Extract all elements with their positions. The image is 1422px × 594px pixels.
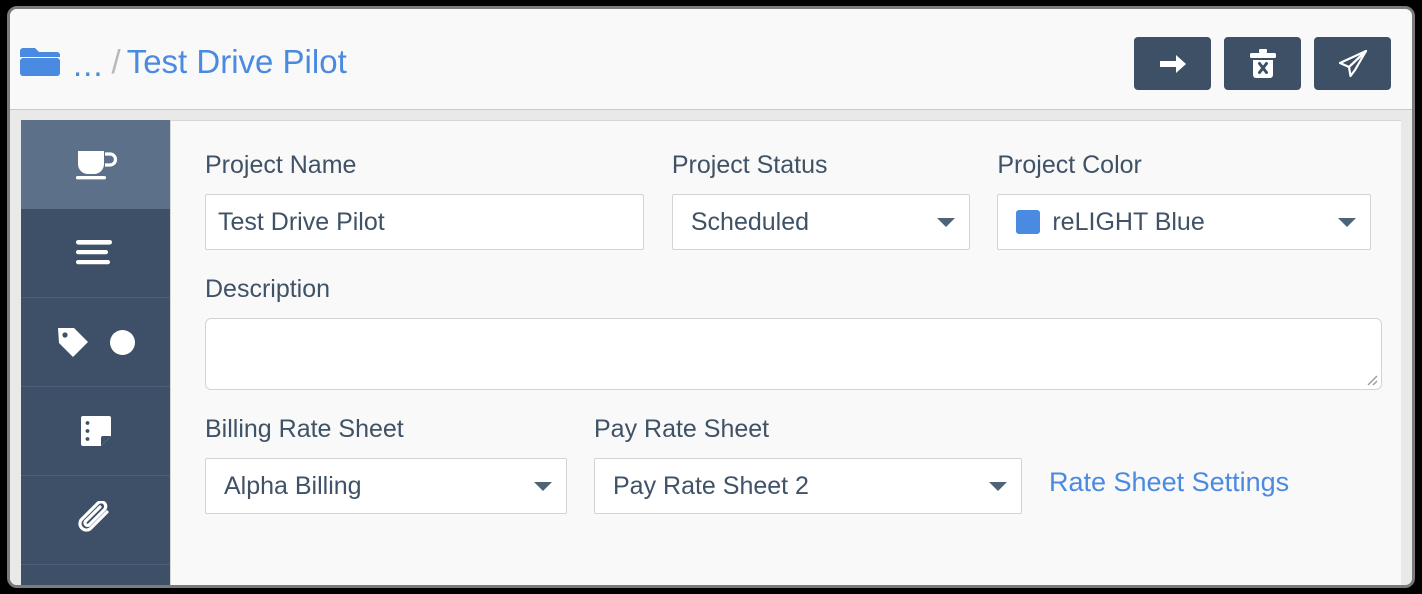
coffee-cup-icon — [74, 145, 118, 183]
project-detail-panel: Project Name Project Status Scheduled Pr… — [170, 120, 1401, 585]
move-project-button[interactable] — [1134, 37, 1211, 90]
header-actions — [1134, 37, 1391, 90]
chevron-down-icon — [989, 481, 1007, 491]
breadcrumb-ellipsis[interactable]: ... — [73, 48, 104, 81]
sidebar — [21, 120, 170, 585]
description-label: Description — [205, 275, 331, 303]
sidebar-item-overview[interactable] — [21, 120, 170, 209]
pay-rate-sheet-value: Pay Rate Sheet 2 — [613, 473, 809, 499]
breadcrumb-separator: / — [111, 42, 121, 80]
folder-icon — [19, 45, 61, 78]
chevron-down-icon — [534, 481, 552, 491]
arrow-right-icon — [1158, 51, 1188, 77]
paper-plane-icon — [1337, 49, 1369, 79]
project-status-label: Project Status — [671, 151, 828, 179]
billing-rate-sheet-label: Billing Rate Sheet — [205, 415, 404, 443]
billing-rate-sheet-select[interactable]: Alpha Billing — [205, 458, 567, 514]
project-status-field: Project Status Scheduled — [671, 151, 971, 250]
sidebar-item-tags[interactable] — [21, 298, 170, 387]
form-row-rates: Billing Rate Sheet Alpha Billing Pay Rat… — [205, 417, 1371, 514]
chevron-down-icon — [937, 217, 956, 227]
sidebar-item-more[interactable] — [21, 565, 170, 585]
page-header: ... / Test Drive Pilot — [10, 9, 1412, 110]
chevron-down-icon — [1337, 217, 1356, 227]
description-textarea[interactable] — [205, 318, 1382, 390]
tag-status-dot-icon — [110, 329, 135, 355]
sticky-note-icon — [79, 414, 113, 448]
tag-icon — [56, 325, 90, 359]
trash-x-icon — [1249, 48, 1277, 79]
pay-rate-sheet-label: Pay Rate Sheet — [594, 415, 770, 443]
project-color-value: reLIGHT Blue — [1052, 209, 1205, 235]
description-field: Description — [205, 275, 1382, 390]
list-lines-icon — [75, 239, 116, 267]
breadcrumb: ... / Test Drive Pilot — [19, 37, 347, 85]
color-swatch-icon — [1016, 210, 1041, 234]
project-color-field: Project Color reLIGHT Blue — [997, 153, 1371, 250]
rate-sheet-settings-container: Rate Sheet Settings — [1049, 417, 1289, 496]
pay-rate-sheet-select[interactable]: Pay Rate Sheet 2 — [594, 458, 1022, 514]
page-title: Test Drive Pilot — [126, 42, 347, 80]
rate-sheet-settings-link[interactable]: Rate Sheet Settings — [1049, 467, 1289, 497]
billing-rate-sheet-field: Billing Rate Sheet Alpha Billing — [205, 417, 567, 514]
form-row-primary: Project Name Project Status Scheduled Pr… — [205, 153, 1371, 250]
project-form: Project Name Project Status Scheduled Pr… — [205, 153, 1382, 514]
send-project-button[interactable] — [1314, 37, 1391, 90]
sidebar-item-tasks[interactable] — [21, 209, 170, 298]
resize-handle-icon[interactable] — [1364, 372, 1378, 386]
project-status-select[interactable]: Scheduled — [671, 194, 971, 250]
sidebar-item-notes[interactable] — [21, 387, 170, 476]
project-name-input[interactable] — [205, 194, 644, 250]
billing-rate-sheet-value: Alpha Billing — [224, 473, 362, 499]
project-color-label: Project Color — [997, 151, 1142, 179]
project-name-field: Project Name — [205, 153, 644, 250]
project-name-label: Project Name — [205, 151, 357, 179]
paperclip-icon — [77, 501, 115, 539]
application-window: ... / Test Drive Pilot Project Name Test… — [7, 6, 1415, 588]
delete-project-button[interactable] — [1224, 37, 1301, 90]
project-color-select[interactable]: reLIGHT Blue — [997, 194, 1371, 250]
body-region: Project Name Project Status Scheduled Pr… — [10, 110, 1412, 585]
sidebar-item-attachments[interactable] — [21, 476, 170, 565]
pay-rate-sheet-field: Pay Rate Sheet Pay Rate Sheet 2 — [594, 417, 1022, 514]
project-status-value: Scheduled — [690, 209, 810, 235]
